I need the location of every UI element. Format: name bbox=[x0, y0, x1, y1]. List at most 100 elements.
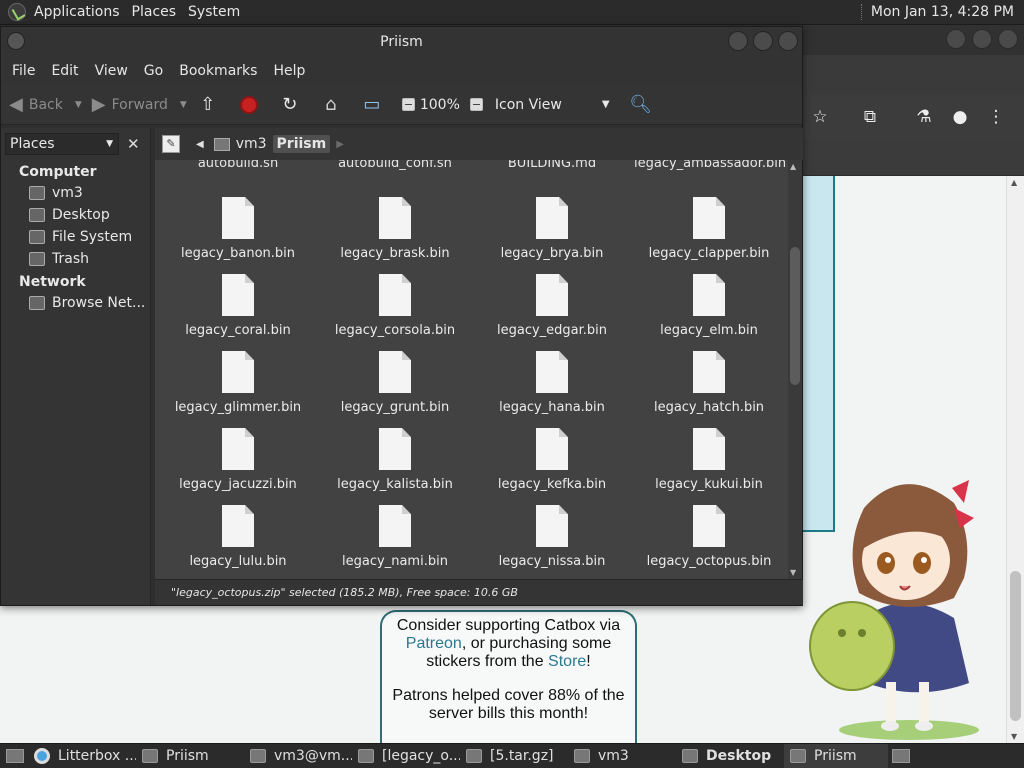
patreon-link[interactable]: Patreon bbox=[406, 635, 462, 652]
file-item[interactable]: legacy_nami.bin bbox=[320, 505, 470, 569]
file-item[interactable]: legacy_clapper.bin bbox=[634, 197, 784, 261]
menu-view[interactable]: View bbox=[87, 63, 136, 79]
sidebar-close-icon[interactable]: ✕ bbox=[127, 135, 140, 153]
profile-icon[interactable]: ● bbox=[950, 107, 970, 127]
back-button[interactable]: ◀ Back ▼ bbox=[9, 94, 82, 115]
file-item[interactable]: legacy_glimmer.bin bbox=[163, 351, 313, 415]
minimize-button[interactable] bbox=[728, 31, 748, 51]
forward-button[interactable]: ▶ Forward ▼ bbox=[92, 94, 187, 115]
clock[interactable]: Mon Jan 13, 4:28 PM bbox=[871, 4, 1024, 20]
task-desktop[interactable]: Desktop bbox=[676, 744, 784, 768]
forward-history-dropdown-icon[interactable]: ▼ bbox=[180, 100, 187, 110]
window-menu-button[interactable] bbox=[7, 32, 25, 50]
file-item[interactable]: legacy_hana.bin bbox=[477, 351, 627, 415]
path-right-arrow-icon[interactable]: ▶ bbox=[336, 139, 344, 150]
file-item[interactable]: legacy_octopus.bin bbox=[634, 505, 784, 569]
sidebar-item-trash[interactable]: Trash bbox=[1, 248, 150, 270]
file-item[interactable]: legacy_hatch.bin bbox=[634, 351, 784, 415]
menubar: File Edit View Go Bookmarks Help bbox=[1, 57, 802, 85]
file-item[interactable]: legacy_banon.bin bbox=[163, 197, 313, 261]
show-desktop-icon[interactable] bbox=[6, 749, 24, 763]
file-item[interactable]: legacy_corsola.bin bbox=[320, 274, 470, 338]
file-grid[interactable]: autobuild.sh autobuild_conf.sh BUILDING.… bbox=[155, 160, 788, 579]
file-document-icon bbox=[693, 351, 725, 393]
back-history-dropdown-icon[interactable]: ▼ bbox=[75, 100, 82, 110]
bookmark-star-icon[interactable]: ☆ bbox=[810, 107, 830, 127]
task-priism-1[interactable]: Priism bbox=[136, 744, 244, 768]
breadcrumb-vm3[interactable]: vm3 bbox=[236, 136, 267, 152]
file-item[interactable]: legacy_lulu.bin bbox=[163, 505, 313, 569]
task-label: Desktop bbox=[706, 748, 772, 764]
edit-path-icon[interactable]: ✎ bbox=[162, 135, 180, 153]
file-item-partial[interactable]: autobuild_conf.sh bbox=[320, 160, 470, 172]
file-item-partial[interactable]: BUILDING.md bbox=[477, 160, 627, 172]
file-item[interactable]: legacy_jacuzzi.bin bbox=[163, 428, 313, 492]
menu-help[interactable]: Help bbox=[265, 63, 313, 79]
task-archive-1[interactable]: [legacy_o... bbox=[352, 744, 460, 768]
computer-icon[interactable]: ▭ bbox=[361, 94, 383, 116]
back-label: Back bbox=[28, 96, 63, 113]
sidebar-item-desktop[interactable]: Desktop bbox=[1, 204, 150, 226]
close-button[interactable] bbox=[778, 31, 798, 51]
browser-maximize-button[interactable] bbox=[972, 29, 992, 49]
file-item[interactable]: legacy_kalista.bin bbox=[320, 428, 470, 492]
menu-applications[interactable]: Applications bbox=[30, 4, 128, 20]
file-item-partial[interactable]: autobuild.sh bbox=[163, 160, 313, 172]
file-item[interactable]: legacy_brask.bin bbox=[320, 197, 470, 261]
file-item[interactable]: legacy_edgar.bin bbox=[477, 274, 627, 338]
menu-go[interactable]: Go bbox=[136, 63, 171, 79]
zoom-out-icon[interactable] bbox=[401, 98, 415, 111]
task-archive-2[interactable]: [5.tar.gz] bbox=[460, 744, 568, 768]
search-icon[interactable]: 🔍︎ bbox=[629, 94, 652, 116]
file-item[interactable]: legacy_kukui.bin bbox=[634, 428, 784, 492]
file-name: legacy_nami.bin bbox=[342, 554, 448, 569]
sidebar-selector[interactable]: Places ▼ bbox=[5, 133, 119, 155]
breadcrumb-priism[interactable]: Priism bbox=[272, 135, 331, 153]
file-item[interactable]: legacy_brya.bin bbox=[477, 197, 627, 261]
sidebar-item-file-system[interactable]: File System bbox=[1, 226, 150, 248]
file-item[interactable]: legacy_coral.bin bbox=[163, 274, 313, 338]
task-litterbox[interactable]: Litterbox ... bbox=[28, 744, 136, 768]
zoom-in-icon[interactable] bbox=[469, 98, 483, 111]
menu-bookmarks[interactable]: Bookmarks bbox=[171, 63, 265, 79]
view-mode-select[interactable]: Icon View ▼ bbox=[495, 97, 610, 113]
sidebar-item-browse-network[interactable]: Browse Net... bbox=[1, 292, 150, 314]
menu-places[interactable]: Places bbox=[128, 4, 185, 20]
menu-file[interactable]: File bbox=[4, 63, 43, 79]
support-line-1: Consider supporting Catbox via bbox=[396, 617, 621, 634]
forward-label: Forward bbox=[111, 96, 168, 113]
distro-logo-icon[interactable] bbox=[8, 3, 26, 21]
stop-button[interactable] bbox=[238, 94, 260, 116]
browser-minimize-button[interactable] bbox=[946, 29, 966, 49]
file-item[interactable]: legacy_elm.bin bbox=[634, 274, 784, 338]
file-item[interactable]: legacy_kefka.bin bbox=[477, 428, 627, 492]
labs-flask-icon[interactable]: ⚗ bbox=[914, 107, 934, 127]
browser-scrollbar[interactable]: ▲ ▼ bbox=[1006, 176, 1024, 743]
task-priism-2[interactable]: Priism bbox=[784, 743, 888, 768]
file-grid-scroll-thumb[interactable] bbox=[790, 247, 800, 385]
task-vm3[interactable]: vm3 bbox=[568, 744, 676, 768]
file-name: legacy_kefka.bin bbox=[497, 477, 607, 492]
maximize-button[interactable] bbox=[753, 31, 773, 51]
menu-system[interactable]: System bbox=[184, 4, 248, 20]
file-document-icon bbox=[693, 274, 725, 316]
reload-icon[interactable]: ↻ bbox=[279, 94, 301, 116]
home-icon[interactable]: ⌂ bbox=[320, 94, 342, 116]
store-link[interactable]: Store bbox=[548, 653, 586, 670]
file-grid-scrollbar[interactable]: ▲ ▼ bbox=[788, 160, 802, 579]
workspace-switcher-icon[interactable] bbox=[892, 749, 910, 763]
extensions-icon[interactable]: ⧉ bbox=[860, 107, 880, 127]
browser-close-button[interactable] bbox=[998, 29, 1018, 49]
file-item[interactable]: legacy_grunt.bin bbox=[320, 351, 470, 415]
file-item[interactable]: legacy_nissa.bin bbox=[477, 505, 627, 569]
file-name: legacy_edgar.bin bbox=[496, 323, 608, 338]
task-terminal[interactable]: vm3@vm... bbox=[244, 744, 352, 768]
browser-scroll-thumb[interactable] bbox=[1010, 571, 1021, 721]
path-left-arrow-icon[interactable]: ◀ bbox=[196, 139, 204, 150]
browser-menu-icon[interactable]: ⋮ bbox=[986, 107, 1006, 127]
up-arrow-icon[interactable]: ⇧ bbox=[197, 94, 219, 116]
file-item-partial[interactable]: legacy_ambassador.bin bbox=[634, 160, 786, 172]
sidebar-item-vm3[interactable]: vm3 bbox=[1, 182, 150, 204]
menu-edit[interactable]: Edit bbox=[43, 63, 86, 79]
file-manager-titlebar[interactable]: Priism bbox=[1, 27, 802, 57]
